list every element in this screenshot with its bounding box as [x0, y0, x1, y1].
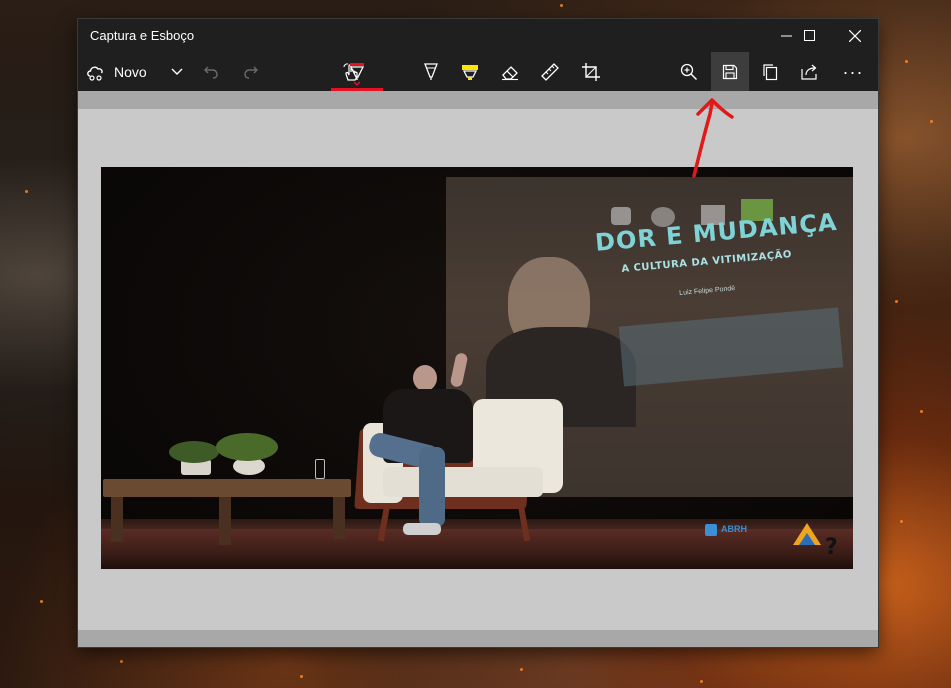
- eraser-icon: [502, 65, 518, 80]
- maximize-button[interactable]: [786, 19, 832, 52]
- redo-button[interactable]: [238, 54, 264, 89]
- new-snip-icon: [87, 66, 103, 81]
- highlighter-button[interactable]: [457, 54, 483, 89]
- save-button[interactable]: [711, 52, 749, 91]
- ballpoint-pen-icon: [349, 62, 365, 80]
- copy-icon: [763, 63, 778, 80]
- canvas-bottom-bar: [78, 630, 878, 647]
- share-icon: [801, 64, 817, 80]
- toolbar: Novo ···: [78, 52, 878, 91]
- zoom-button[interactable]: [676, 54, 702, 89]
- red-arrow-annotation: [692, 98, 734, 178]
- title-bar: Captura e Esboço: [78, 19, 878, 52]
- save-icon: [722, 64, 738, 79]
- watermark-logo: ABRH: [721, 524, 747, 534]
- undo-icon: [204, 66, 218, 79]
- maximize-icon: [803, 30, 815, 41]
- close-button[interactable]: [832, 19, 878, 52]
- new-dropdown-button[interactable]: [166, 54, 188, 89]
- highlighter-icon: [462, 64, 478, 80]
- ruler-icon: [541, 62, 559, 81]
- share-button[interactable]: [797, 54, 823, 89]
- new-button[interactable]: Novo: [86, 54, 156, 89]
- window-title: Captura e Esboço: [90, 28, 195, 43]
- ballpoint-pen-button[interactable]: [331, 54, 383, 91]
- chevron-down-icon: [171, 68, 183, 75]
- pencil-icon: [424, 62, 438, 80]
- new-button-label: Novo: [114, 63, 147, 80]
- speaker: [413, 365, 437, 391]
- redo-icon: [244, 66, 258, 79]
- close-icon: [849, 29, 861, 42]
- crop-icon: [582, 62, 600, 81]
- crop-button[interactable]: [578, 54, 604, 89]
- stage-floor: [101, 529, 853, 569]
- more-options-icon: ···: [842, 61, 864, 82]
- more-options-button[interactable]: ···: [838, 54, 868, 89]
- ruler-button[interactable]: [537, 54, 563, 89]
- eraser-button[interactable]: [497, 54, 523, 89]
- bottom-right-logo: [793, 523, 821, 545]
- coffee-table: [103, 479, 351, 497]
- zoom-icon: [680, 63, 697, 80]
- copy-button[interactable]: [757, 54, 783, 89]
- undo-button[interactable]: [198, 54, 224, 89]
- pen-options-chevron-icon: [353, 81, 361, 86]
- captured-screenshot: DOR E MUDANÇA A CULTURA DA VITIMIZAÇÃO L…: [101, 167, 853, 569]
- pencil-button[interactable]: [418, 54, 444, 89]
